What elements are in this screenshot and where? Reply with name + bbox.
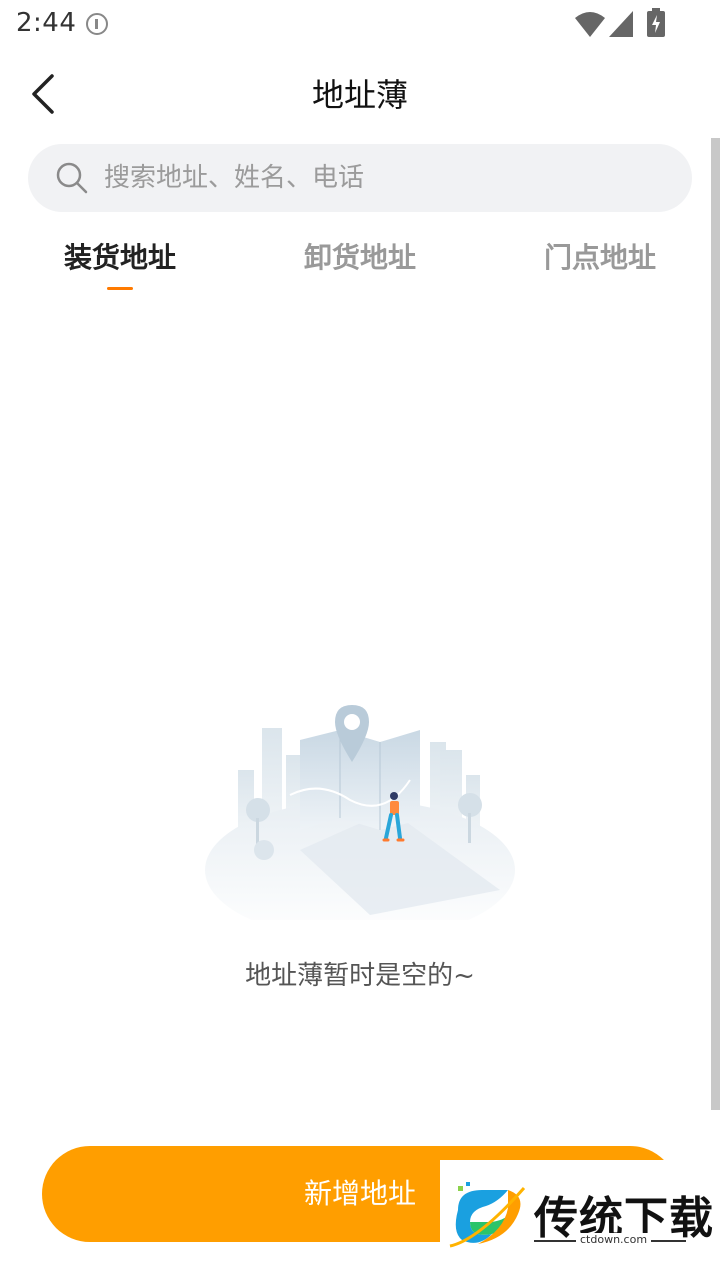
watermark: 传统下载 ctdown.com (440, 1160, 720, 1260)
wifi-icon (575, 12, 605, 37)
info-icon (86, 13, 108, 35)
status-time: 2:44 (16, 8, 77, 38)
empty-state-message: 地址薄暂时是空的~ (245, 961, 475, 991)
signal-icon (609, 11, 633, 37)
watermark-subtitle: ctdown.com (576, 1233, 652, 1246)
search-box[interactable] (28, 144, 692, 212)
status-bar: 2:44 (0, 0, 720, 50)
add-address-label: 新增地址 (303, 1177, 416, 1210)
ctdown-logo-icon (449, 1182, 526, 1248)
search-input[interactable] (104, 144, 664, 212)
tab-active-indicator (107, 287, 133, 290)
page-title: 地址薄 (311, 76, 408, 114)
search-icon (56, 162, 88, 194)
empty-map-illustration (205, 705, 515, 920)
tab-store-address[interactable]: 门点地址 (480, 236, 720, 296)
tab-unloading-address[interactable]: 卸货地址 (240, 236, 480, 296)
battery-charging-icon (647, 8, 665, 37)
